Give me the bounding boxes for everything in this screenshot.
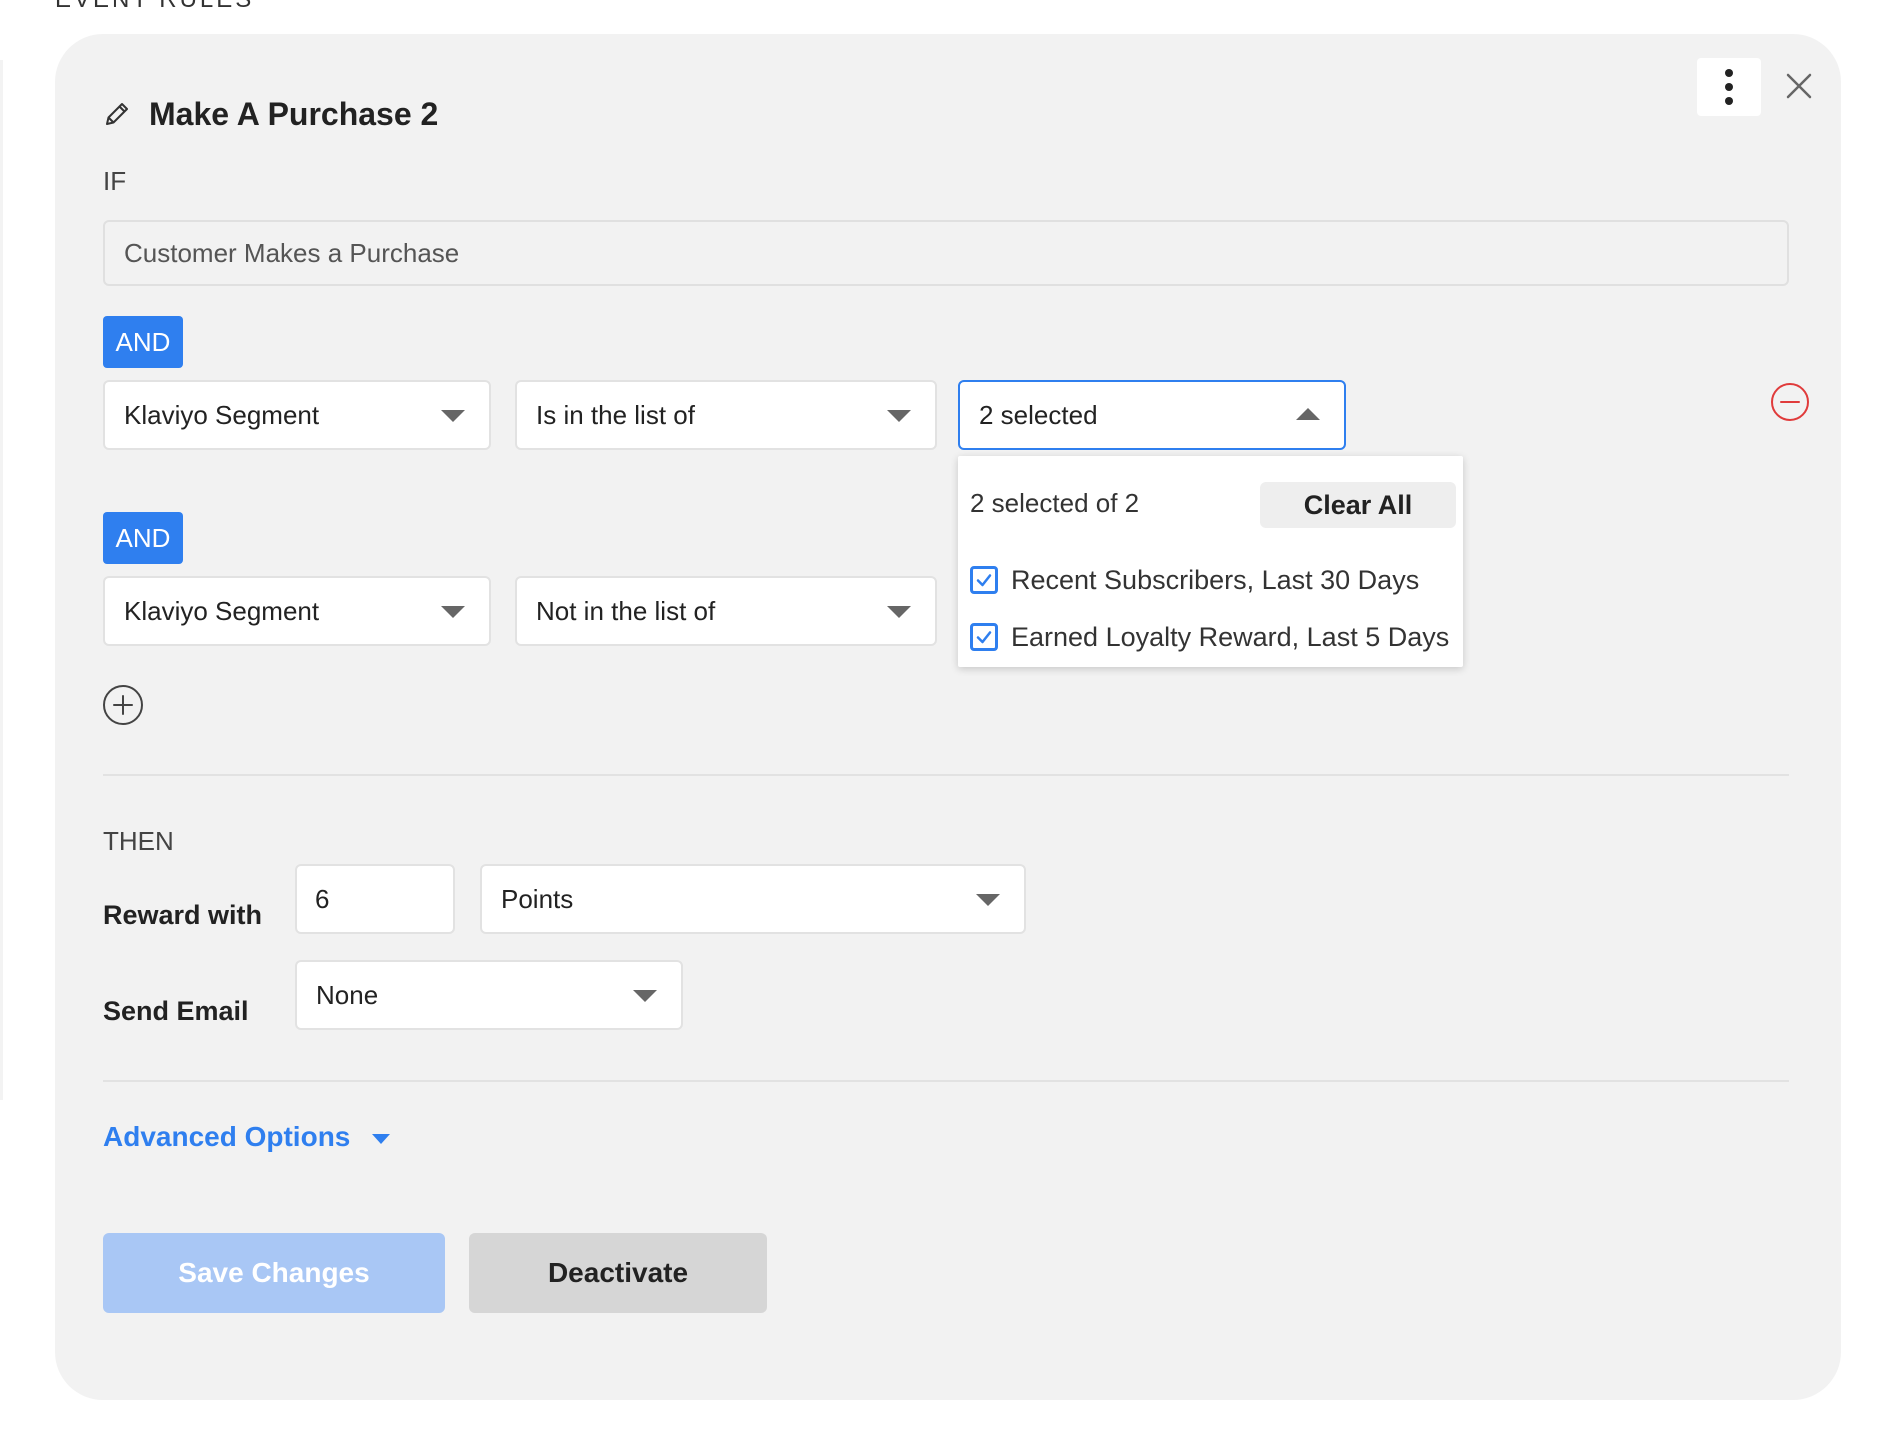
- caret-down-icon: [441, 606, 465, 618]
- rule-title-row: Make A Purchase 2: [103, 92, 438, 136]
- send-email-label: Send Email: [103, 996, 249, 1026]
- dropdown-option-earned-loyalty-reward[interactable]: Earned Loyalty Reward, Last 5 Days: [970, 617, 1449, 657]
- if-label: IF: [103, 166, 127, 196]
- checkbox-checked-icon[interactable]: [970, 623, 998, 651]
- caret-down-icon: [976, 894, 1000, 906]
- condition-1-field-select[interactable]: Klaviyo Segment: [103, 380, 491, 450]
- and-connector-1[interactable]: AND: [103, 316, 183, 368]
- condition-1-value-multiselect[interactable]: 2 selected: [958, 380, 1346, 450]
- trigger-field[interactable]: Customer Makes a Purchase: [103, 220, 1789, 286]
- rule-title: Make A Purchase 2: [149, 95, 439, 132]
- rule-card: Make A Purchase 2 IF Customer Makes a Pu…: [55, 34, 1841, 1400]
- caret-down-icon: [441, 410, 465, 422]
- save-changes-button[interactable]: Save Changes: [103, 1233, 445, 1313]
- send-email-value: None: [316, 979, 379, 1010]
- reward-label: Reward with: [103, 900, 263, 930]
- reward-amount-input[interactable]: 6: [295, 864, 455, 934]
- condition-1-value-summary: 2 selected: [979, 399, 1098, 430]
- advanced-options-toggle[interactable]: Advanced Options: [103, 1121, 391, 1153]
- selection-count: 2 selected of 2: [970, 488, 1140, 518]
- pencil-icon[interactable]: [103, 100, 131, 128]
- caret-down-icon: [633, 990, 657, 1002]
- kebab-menu-icon[interactable]: [1697, 58, 1761, 116]
- clear-all-button[interactable]: Clear All: [1260, 482, 1456, 528]
- condition-1-operator-value: Is in the list of: [536, 399, 695, 430]
- option-label: Recent Subscribers, Last 30 Days: [1011, 564, 1420, 595]
- close-icon[interactable]: [1777, 64, 1821, 108]
- caret-up-icon: [1296, 408, 1320, 420]
- reward-unit-select[interactable]: Points: [480, 864, 1026, 934]
- divider: [103, 774, 1789, 776]
- option-label: Earned Loyalty Reward, Last 5 Days: [1011, 621, 1450, 652]
- add-condition-icon[interactable]: [102, 684, 144, 726]
- multiselect-dropdown-panel: 2 selected of 2 Clear All Recent Subscri…: [958, 456, 1463, 667]
- condition-2-operator-value: Not in the list of: [536, 595, 716, 626]
- remove-condition-icon[interactable]: [1770, 382, 1810, 422]
- condition-2-field-value: Klaviyo Segment: [124, 595, 320, 626]
- condition-1-operator-select[interactable]: Is in the list of: [515, 380, 937, 450]
- send-email-select[interactable]: None: [295, 960, 683, 1030]
- condition-2-field-select[interactable]: Klaviyo Segment: [103, 576, 491, 646]
- divider: [103, 1080, 1789, 1082]
- condition-2-operator-select[interactable]: Not in the list of: [515, 576, 937, 646]
- caret-down-icon: [887, 606, 911, 618]
- section-heading: EVENT RULES: [55, 0, 254, 14]
- checkbox-checked-icon[interactable]: [970, 566, 998, 594]
- reward-unit-value: Points: [501, 883, 574, 914]
- caret-down-icon: [887, 410, 911, 422]
- then-label: THEN: [103, 826, 174, 856]
- left-edge-shadow: [0, 60, 3, 1100]
- deactivate-button[interactable]: Deactivate: [469, 1233, 767, 1313]
- dropdown-option-recent-subscribers[interactable]: Recent Subscribers, Last 30 Days: [970, 560, 1419, 600]
- caret-down-icon: [372, 1134, 391, 1144]
- and-connector-2[interactable]: AND: [103, 512, 183, 564]
- condition-1-field-value: Klaviyo Segment: [124, 399, 320, 430]
- advanced-options-label: Advanced Options: [103, 1121, 351, 1152]
